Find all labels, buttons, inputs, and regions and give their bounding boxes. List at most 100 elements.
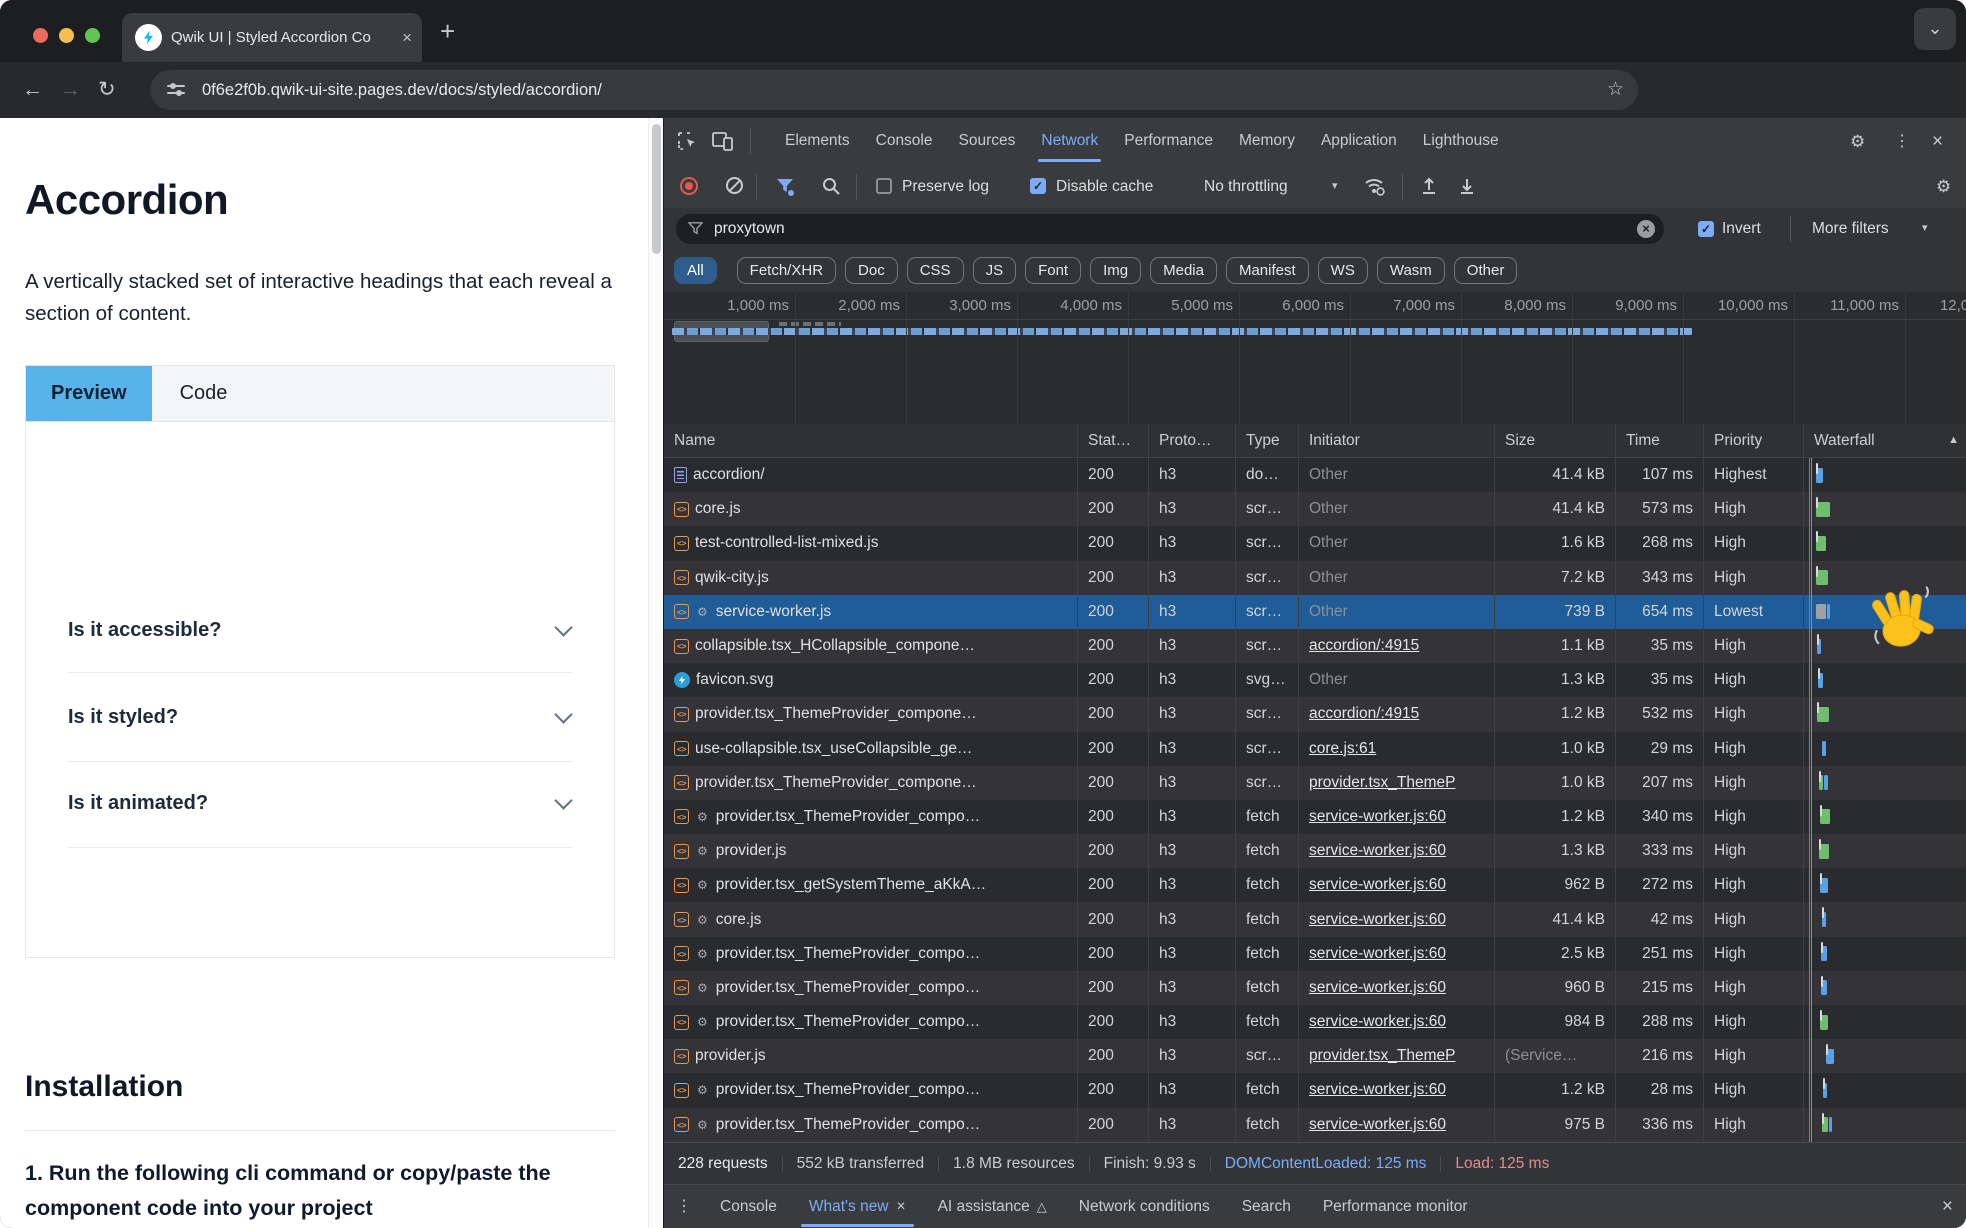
request-row[interactable]: accordion/200h3do…Other41.4 kB107 msHigh… xyxy=(664,458,1966,492)
traffic-light-minimize[interactable] xyxy=(59,28,74,43)
chip-manifest[interactable]: Manifest xyxy=(1226,257,1309,284)
status-item[interactable]: Load: 125 ms xyxy=(1441,1156,1563,1172)
chip-img[interactable]: Img xyxy=(1090,257,1141,284)
back-icon[interactable]: ← xyxy=(22,62,43,118)
drawer-tab-close-icon[interactable]: × xyxy=(897,1198,906,1215)
cell-initiator[interactable]: service-worker.js:60 xyxy=(1299,1005,1495,1039)
drawer-close-icon[interactable]: × xyxy=(1942,1185,1953,1228)
cell-name[interactable]: <>⚙provider.tsx_getSystemTheme_aKkA… xyxy=(664,868,1078,902)
cell-initiator[interactable]: accordion/:4915 xyxy=(1299,697,1495,731)
network-overview-timeline[interactable]: 1,000 ms2,000 ms3,000 ms4,000 ms5,000 ms… xyxy=(664,292,1966,425)
chip-all[interactable]: All xyxy=(674,257,717,284)
column-header-time[interactable]: Time xyxy=(1616,424,1704,457)
more-filters-label[interactable]: More filters xyxy=(1812,207,1889,250)
accordion-trigger[interactable]: Is it animated? xyxy=(68,792,208,815)
column-header-priority[interactable]: Priority xyxy=(1704,424,1804,457)
column-header-stat-[interactable]: Stat… xyxy=(1078,424,1149,457)
tab-preview[interactable]: Preview xyxy=(26,366,152,421)
request-row[interactable]: <>⚙provider.js200h3fetchservice-worker.j… xyxy=(664,834,1966,868)
column-header-waterfall[interactable]: Waterfall▲ xyxy=(1804,424,1966,457)
cell-name[interactable]: <>⚙provider.tsx_ThemeProvider_compo… xyxy=(664,800,1078,834)
chip-css[interactable]: CSS xyxy=(907,257,964,284)
cell-name[interactable]: <>⚙provider.js xyxy=(664,834,1078,868)
cell-name[interactable]: <>collapsible.tsx_HCollapsible_compone… xyxy=(664,629,1078,663)
drawer-tab-performance-monitor[interactable]: Performance monitor xyxy=(1307,1185,1484,1228)
request-row[interactable]: <>qwik-city.js200h3scr…Other7.2 kB343 ms… xyxy=(664,561,1966,595)
network-settings-gear-icon[interactable]: ⚙ xyxy=(1936,165,1951,208)
request-row[interactable]: <>provider.tsx_ThemeProvider_compone…200… xyxy=(664,766,1966,800)
import-har-icon[interactable] xyxy=(1420,176,1438,196)
cell-name[interactable]: <>⚙provider.tsx_ThemeProvider_compo… xyxy=(664,1108,1078,1142)
page-scrollbar-thumb[interactable] xyxy=(652,124,661,254)
throttling-caret-icon[interactable]: ▾ xyxy=(1332,165,1338,208)
site-info-icon[interactable] xyxy=(167,82,185,98)
cell-initiator[interactable]: service-worker.js:60 xyxy=(1299,1108,1495,1142)
cell-name[interactable]: <>⚙provider.tsx_ThemeProvider_compo… xyxy=(664,1073,1078,1107)
search-icon[interactable] xyxy=(822,177,840,195)
cell-initiator[interactable]: provider.tsx_ThemeP xyxy=(1299,766,1495,800)
network-conditions-icon[interactable] xyxy=(1364,176,1386,196)
devtools-tab-console[interactable]: Console xyxy=(863,118,946,164)
devtools-tab-sources[interactable]: Sources xyxy=(946,118,1029,164)
tab-close-icon[interactable]: × xyxy=(402,13,412,62)
cell-initiator[interactable]: service-worker.js:60 xyxy=(1299,971,1495,1005)
request-row[interactable]: <>provider.js200h3scr…provider.tsx_Theme… xyxy=(664,1039,1966,1073)
devtools-tab-performance[interactable]: Performance xyxy=(1111,118,1226,164)
request-row[interactable]: <>⚙core.js200h3fetchservice-worker.js:60… xyxy=(664,902,1966,936)
filter-funnel-icon[interactable] xyxy=(776,178,794,194)
drawer-tab-what-s-new[interactable]: What's new× xyxy=(793,1185,922,1228)
page-scrollbar[interactable] xyxy=(648,118,663,1228)
column-header-size[interactable]: Size xyxy=(1495,424,1616,457)
request-row[interactable]: <>⚙service-worker.js200h3scr…Other739 B6… xyxy=(664,595,1966,629)
cell-name[interactable]: <>use-collapsible.tsx_useCollapsible_ge… xyxy=(664,732,1078,766)
export-har-icon[interactable] xyxy=(1458,176,1476,196)
request-row[interactable]: <>⚙provider.tsx_ThemeProvider_compo…200h… xyxy=(664,937,1966,971)
cell-initiator[interactable]: service-worker.js:60 xyxy=(1299,1073,1495,1107)
preserve-log-label[interactable]: Preserve log xyxy=(902,165,989,208)
cell-initiator[interactable]: service-worker.js:60 xyxy=(1299,868,1495,902)
request-row[interactable]: <>collapsible.tsx_HCollapsible_compone…2… xyxy=(664,629,1966,663)
drawer-tab-ai-assistance[interactable]: AI assistance△ xyxy=(922,1185,1063,1228)
url-text[interactable]: 0f6e2f0b.qwik-ui-site.pages.dev/docs/sty… xyxy=(202,70,602,110)
request-row[interactable]: <>⚙provider.tsx_ThemeProvider_compo…200h… xyxy=(664,800,1966,834)
devtools-tab-application[interactable]: Application xyxy=(1308,118,1410,164)
devtools-tab-elements[interactable]: Elements xyxy=(772,118,863,164)
new-tab-button[interactable]: + xyxy=(440,14,455,48)
cell-name[interactable]: <>qwik-city.js xyxy=(664,561,1078,595)
cell-initiator[interactable]: core.js:61 xyxy=(1299,732,1495,766)
cell-initiator[interactable]: service-worker.js:60 xyxy=(1299,937,1495,971)
tab-code[interactable]: Code xyxy=(152,366,256,421)
request-row[interactable]: <>test-controlled-list-mixed.js200h3scr…… xyxy=(664,526,1966,560)
cell-name[interactable]: accordion/ xyxy=(664,458,1078,492)
sort-asc-icon[interactable]: ▲ xyxy=(1948,424,1959,457)
throttling-select[interactable]: No throttling xyxy=(1204,165,1288,208)
reload-icon[interactable]: ↻ xyxy=(98,62,116,118)
accordion-trigger[interactable]: Is it styled? xyxy=(68,706,178,729)
cell-name[interactable]: <>provider.tsx_ThemeProvider_compone… xyxy=(664,766,1078,800)
chip-js[interactable]: JS xyxy=(973,257,1017,284)
drawer-tab-console[interactable]: Console xyxy=(704,1185,793,1228)
cell-name[interactable]: <>provider.tsx_ThemeProvider_compone… xyxy=(664,697,1078,731)
request-row[interactable]: <>⚙provider.tsx_ThemeProvider_compo…200h… xyxy=(664,1005,1966,1039)
column-header-initiator[interactable]: Initiator xyxy=(1299,424,1495,457)
chip-doc[interactable]: Doc xyxy=(845,257,898,284)
cell-name[interactable]: <>⚙provider.tsx_ThemeProvider_compo… xyxy=(664,971,1078,1005)
forward-icon[interactable]: → xyxy=(60,62,81,118)
accordion-trigger[interactable]: Is it accessible? xyxy=(68,619,221,642)
devtools-close-icon[interactable]: × xyxy=(1932,118,1943,165)
cell-initiator[interactable]: accordion/:4915 xyxy=(1299,629,1495,663)
drawer-tab-search[interactable]: Search xyxy=(1226,1185,1307,1228)
invert-label[interactable]: Invert xyxy=(1722,207,1761,250)
chip-wasm[interactable]: Wasm xyxy=(1377,257,1445,284)
omnibox[interactable]: 0f6e2f0b.qwik-ui-site.pages.dev/docs/sty… xyxy=(150,70,1638,110)
browser-tab[interactable]: Qwik UI | Styled Accordion Co × xyxy=(122,13,422,62)
preserve-log-checkbox[interactable] xyxy=(876,178,892,194)
request-row[interactable]: <>use-collapsible.tsx_useCollapsible_ge…… xyxy=(664,732,1966,766)
chip-font[interactable]: Font xyxy=(1025,257,1081,284)
request-row[interactable]: favicon.svg200h3svg…Other1.3 kB35 msHigh xyxy=(664,663,1966,697)
drawer-kebab-icon[interactable]: ⋮ xyxy=(676,1185,692,1228)
request-row[interactable]: <>provider.tsx_ThemeProvider_compone…200… xyxy=(664,697,1966,731)
cell-name[interactable]: <>⚙service-worker.js xyxy=(664,595,1078,629)
traffic-light-zoom[interactable] xyxy=(85,28,100,43)
chip-fetch-xhr[interactable]: Fetch/XHR xyxy=(737,257,836,284)
